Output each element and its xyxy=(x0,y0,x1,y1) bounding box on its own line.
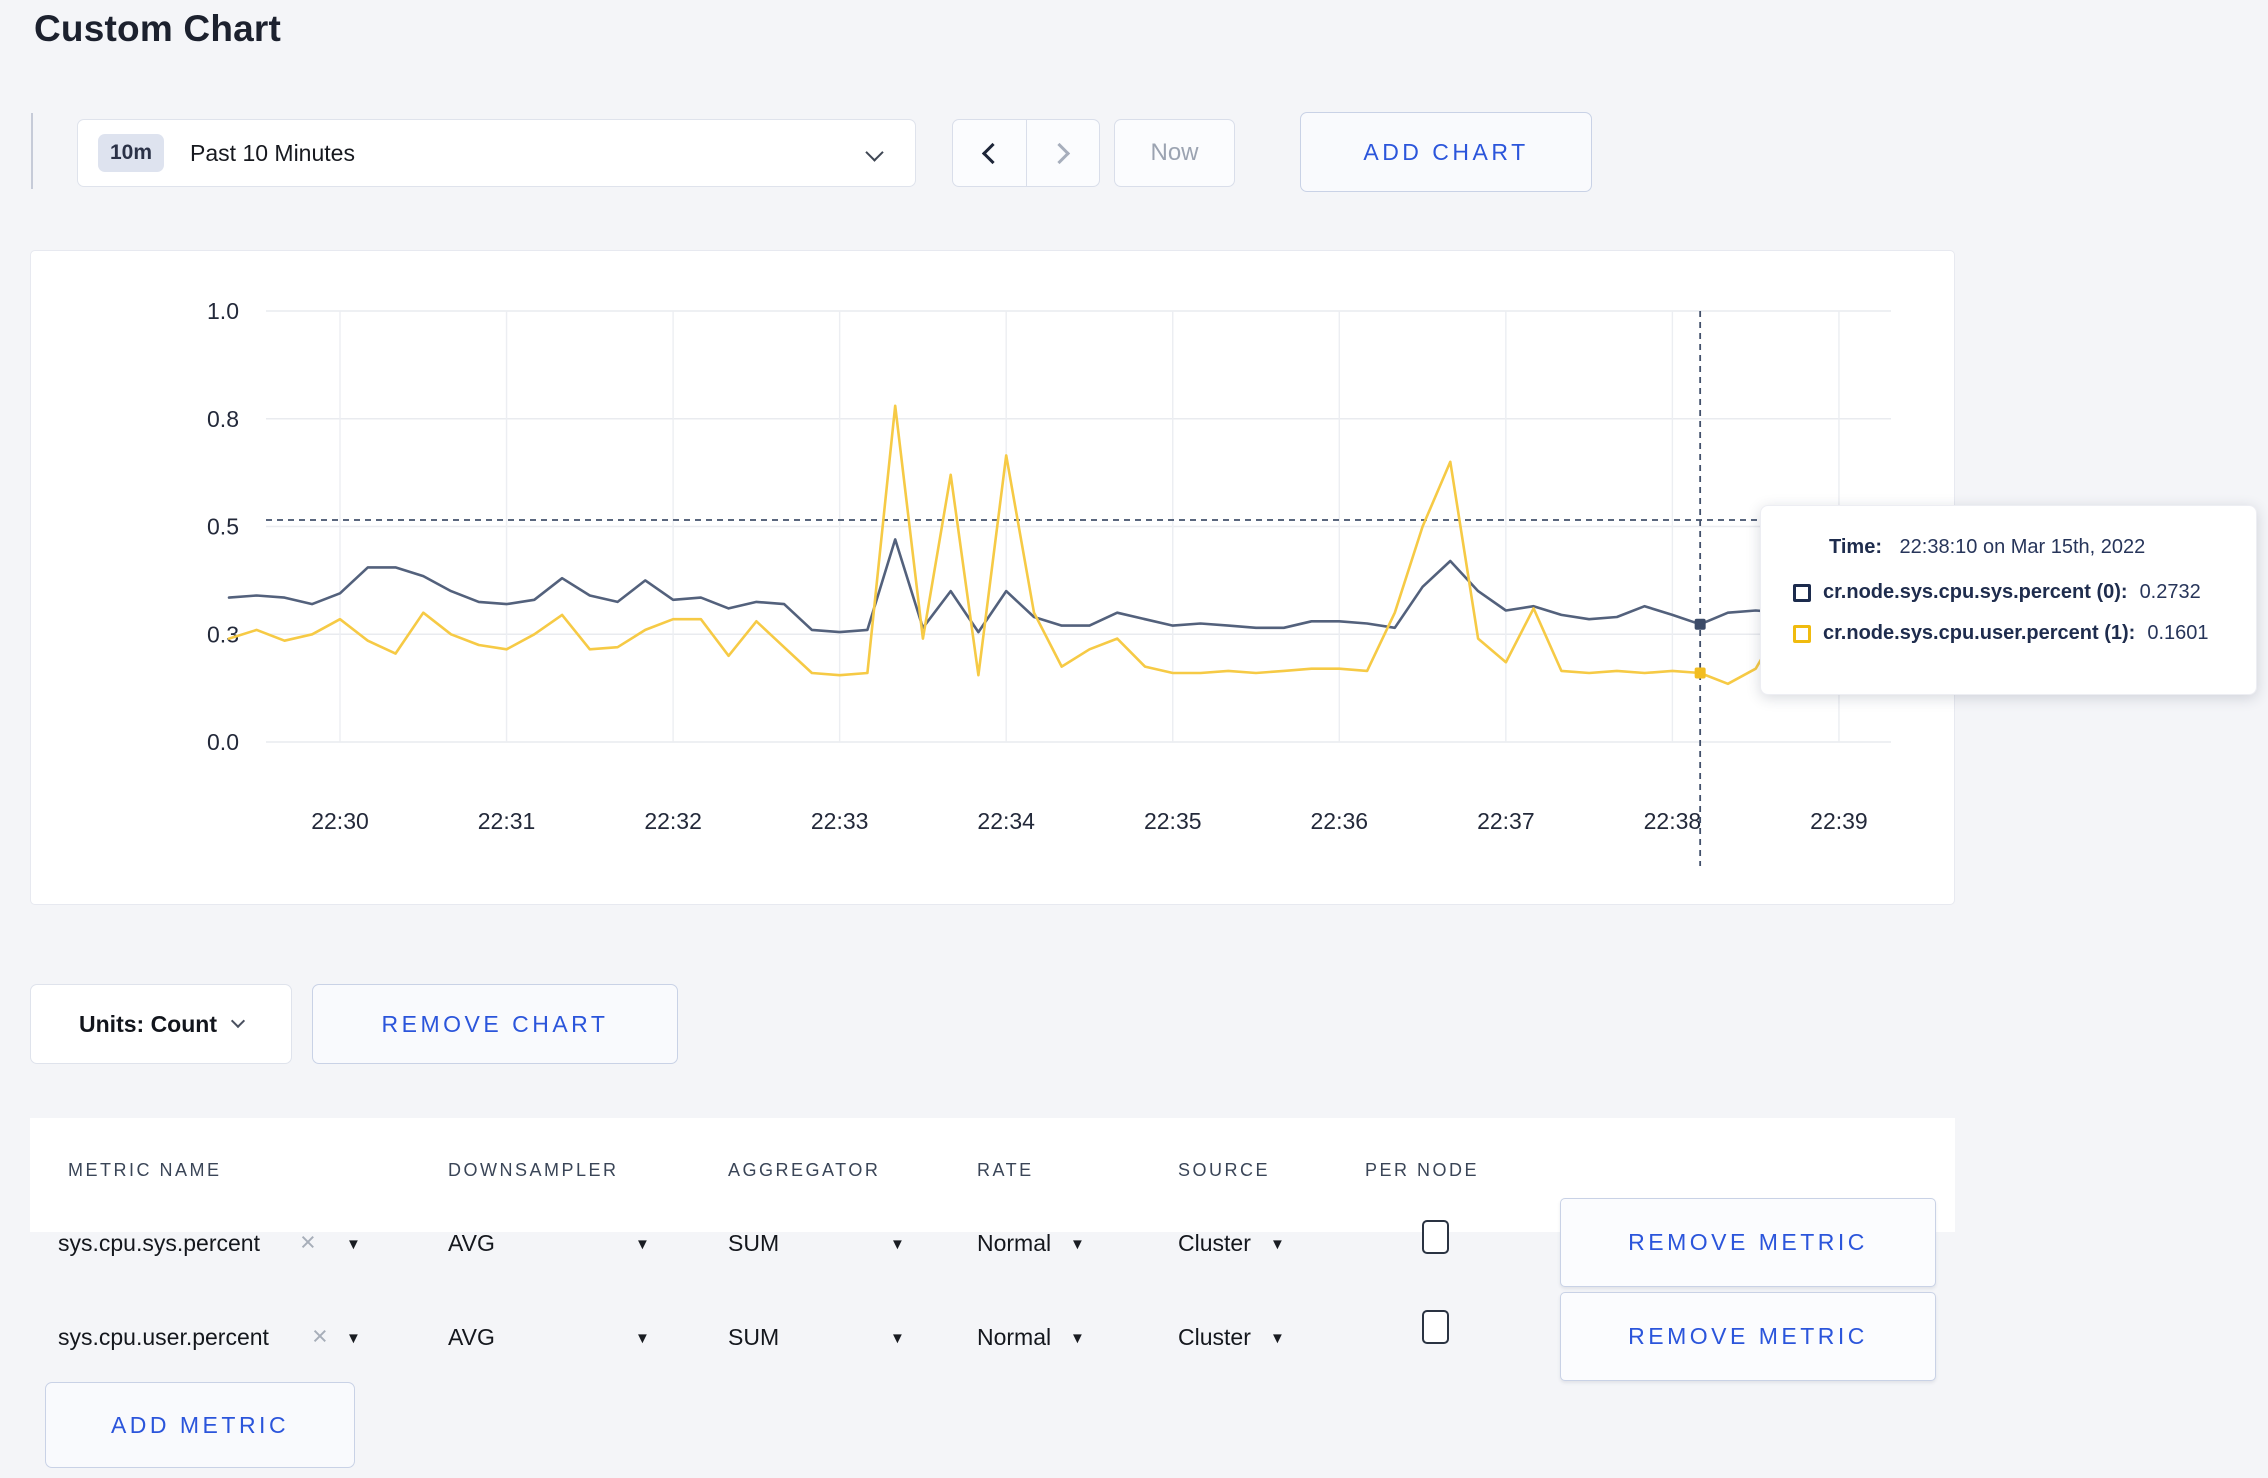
units-dropdown[interactable]: Units: Count xyxy=(30,984,292,1064)
time-range-dropdown[interactable]: 10m Past 10 Minutes xyxy=(77,119,916,187)
clear-metric-icon[interactable]: × xyxy=(312,1323,328,1350)
clear-metric-icon[interactable]: × xyxy=(300,1229,316,1256)
prev-time-button[interactable] xyxy=(953,120,1026,186)
tooltip-time-row: Time: 22:38:10 on Mar 15th, 2022 xyxy=(1829,536,2256,559)
user-series-swatch-icon xyxy=(1793,624,1811,643)
svg-text:0.8: 0.8 xyxy=(207,406,239,432)
time-range-badge: 10m xyxy=(98,134,165,172)
col-header-aggregator: AGGREGATOR xyxy=(728,1160,881,1180)
now-button[interactable]: Now xyxy=(1114,119,1235,187)
tooltip-time-label: Time: xyxy=(1829,536,1882,558)
svg-text:22:39: 22:39 xyxy=(1810,808,1868,834)
chevron-right-icon xyxy=(1049,142,1071,164)
chevron-down-icon xyxy=(865,143,884,162)
tooltip-metric-value: 0.2732 xyxy=(2139,581,2201,603)
sys-series-swatch-icon xyxy=(1793,583,1811,602)
col-header-downsampler: DOWNSAMPLER xyxy=(448,1160,619,1180)
downsampler-caret-icon[interactable]: ▼ xyxy=(635,1236,650,1253)
tooltip-metric-label: cr.node.sys.cpu.sys.percent (0): xyxy=(1823,581,2128,603)
svg-text:22:38: 22:38 xyxy=(1644,808,1702,834)
rate-caret-icon[interactable]: ▼ xyxy=(1070,1330,1085,1347)
tooltip-metric-value: 0.1601 xyxy=(2147,622,2209,644)
rate-select[interactable]: Normal xyxy=(977,1324,1051,1351)
metric-name-select[interactable]: sys.cpu.sys.percent xyxy=(58,1230,260,1257)
per-node-checkbox[interactable] xyxy=(1422,1220,1449,1254)
chevron-left-icon xyxy=(981,142,1003,164)
source-caret-icon[interactable]: ▼ xyxy=(1270,1236,1285,1253)
units-label: Units: Count xyxy=(79,1010,217,1037)
time-nav-group xyxy=(952,119,1100,187)
downsampler-caret-icon[interactable]: ▼ xyxy=(635,1330,650,1347)
downsampler-select[interactable]: AVG xyxy=(448,1230,495,1257)
svg-text:22:37: 22:37 xyxy=(1477,808,1535,834)
chart-card: 0.0 0.3 0.5 0.8 1.0 22:30 22:31 22:32 22:33 22:34… xyxy=(30,250,1955,905)
col-header-source: SOURCE xyxy=(1178,1160,1271,1180)
rate-caret-icon[interactable]: ▼ xyxy=(1070,1236,1085,1253)
source-caret-icon[interactable]: ▼ xyxy=(1270,1330,1285,1347)
source-select[interactable]: Cluster xyxy=(1178,1230,1251,1257)
svg-text:0.5: 0.5 xyxy=(207,514,239,540)
aggregator-caret-icon[interactable]: ▼ xyxy=(890,1330,905,1347)
svg-text:0.0: 0.0 xyxy=(207,729,239,755)
svg-text:22:34: 22:34 xyxy=(977,808,1035,834)
metric-name-select[interactable]: sys.cpu.user.percent xyxy=(58,1324,269,1351)
svg-text:22:35: 22:35 xyxy=(1144,808,1202,834)
col-header-rate: RATE xyxy=(977,1160,1034,1180)
col-header-per-node: PER NODE xyxy=(1365,1160,1480,1180)
timeseries-chart[interactable]: 0.0 0.3 0.5 0.8 1.0 22:30 22:31 22:32 22:33 22:34… xyxy=(31,251,1956,906)
remove-metric-button[interactable]: REMOVE METRIC xyxy=(1560,1292,1936,1381)
chart-tooltip: Time: 22:38:10 on Mar 15th, 2022 cr.node… xyxy=(1760,505,2257,695)
per-node-checkbox[interactable] xyxy=(1422,1310,1449,1344)
time-range-label: Past 10 Minutes xyxy=(190,139,355,166)
svg-text:1.0: 1.0 xyxy=(207,298,239,324)
svg-text:22:33: 22:33 xyxy=(811,808,869,834)
next-time-button[interactable] xyxy=(1025,120,1100,186)
svg-text:22:36: 22:36 xyxy=(1311,808,1369,834)
metric-row: sys.cpu.user.percent × ▼ AVG ▼ SUM ▼ Nor… xyxy=(30,1290,1955,1382)
aggregator-select[interactable]: SUM xyxy=(728,1324,779,1351)
svg-text:22:32: 22:32 xyxy=(644,808,702,834)
tooltip-time-value: 22:38:10 on Mar 15th, 2022 xyxy=(1899,536,2146,558)
aggregator-select[interactable]: SUM xyxy=(728,1230,779,1257)
page-title: Custom Chart xyxy=(34,8,282,49)
metric-row: sys.cpu.sys.percent × ▼ AVG ▼ SUM ▼ Norm… xyxy=(30,1196,1955,1288)
tooltip-metric-row: cr.node.sys.cpu.user.percent (1): 0.1601 xyxy=(1793,622,2256,645)
remove-chart-button[interactable]: REMOVE CHART xyxy=(312,984,678,1064)
col-header-metric-name: METRIC NAME xyxy=(68,1160,222,1180)
aggregator-caret-icon[interactable]: ▼ xyxy=(890,1236,905,1253)
downsampler-select[interactable]: AVG xyxy=(448,1324,495,1351)
svg-text:0.3: 0.3 xyxy=(207,621,239,647)
remove-metric-button[interactable]: REMOVE METRIC xyxy=(1560,1198,1936,1287)
source-select[interactable]: Cluster xyxy=(1178,1324,1251,1351)
divider xyxy=(31,113,33,189)
metric-caret-icon[interactable]: ▼ xyxy=(346,1330,361,1347)
svg-text:22:30: 22:30 xyxy=(311,808,369,834)
metric-caret-icon[interactable]: ▼ xyxy=(346,1236,361,1253)
svg-text:22:31: 22:31 xyxy=(478,808,536,834)
tooltip-metric-row: cr.node.sys.cpu.sys.percent (0): 0.2732 xyxy=(1793,581,2256,604)
chevron-down-icon xyxy=(230,1013,246,1029)
tooltip-metric-label: cr.node.sys.cpu.user.percent (1): xyxy=(1823,622,2136,644)
add-metric-button[interactable]: ADD METRIC xyxy=(45,1382,355,1468)
rate-select[interactable]: Normal xyxy=(977,1230,1051,1257)
custom-chart-page: Custom Chart 10m Past 10 Minutes Now ADD… xyxy=(0,0,2268,1478)
add-chart-button[interactable]: ADD CHART xyxy=(1300,112,1592,192)
